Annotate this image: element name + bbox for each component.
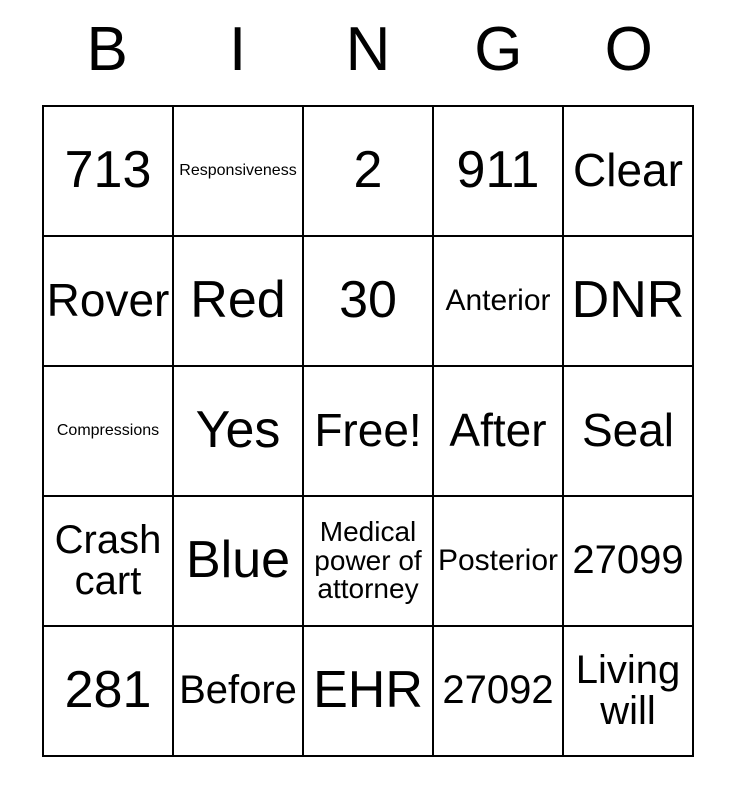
bingo-cell-b2[interactable]: Rover (44, 237, 174, 367)
bingo-cell-label: EHR (313, 661, 423, 720)
bingo-cell-o1[interactable]: Clear (564, 107, 694, 237)
bingo-cell-n5[interactable]: EHR (304, 627, 434, 757)
bingo-cell-i2[interactable]: Red (174, 237, 304, 367)
bingo-cell-label: Red (190, 271, 286, 330)
bingo-cell-label: Rover (46, 274, 170, 327)
bingo-cell-o3[interactable]: Seal (564, 367, 694, 497)
bingo-cell-b3[interactable]: Compressions (44, 367, 174, 497)
bingo-cell-label: Posterior (437, 543, 559, 577)
bingo-cell-label: Before (179, 668, 297, 713)
bingo-cell-o5[interactable]: Living will (564, 627, 694, 757)
bingo-cell-b5[interactable]: 281 (44, 627, 174, 757)
bingo-cell-i4[interactable]: Blue (174, 497, 304, 627)
bingo-cell-label: 30 (339, 271, 397, 330)
bingo-cell-label: Clear (573, 144, 683, 197)
bingo-cell-label: Blue (185, 531, 291, 590)
bingo-cell-n2[interactable]: 30 (304, 237, 434, 367)
bingo-cell-b4[interactable]: Crash cart (44, 497, 174, 627)
bingo-cell-g2[interactable]: Anterior (434, 237, 564, 367)
bingo-cell-label: 27092 (442, 668, 554, 713)
bingo-cell-label: Crash cart (54, 517, 162, 603)
bingo-cell-g5[interactable]: 27092 (434, 627, 564, 757)
bingo-cell-label: 911 (456, 141, 540, 200)
bingo-cell-i3[interactable]: Yes (174, 367, 304, 497)
bingo-grid: 713 Responsiveness 2 911 Clear Rover Red… (42, 105, 694, 757)
bingo-cell-label: 2 (353, 141, 383, 200)
bingo-cell-label: DNR (571, 271, 685, 330)
bingo-cell-label: Compressions (56, 421, 160, 439)
bingo-cell-label: 27099 (572, 538, 684, 583)
bingo-cell-n4[interactable]: Medical power of attorney (304, 497, 434, 627)
bingo-header-row: B I N G O (42, 0, 694, 105)
bingo-cell-label: Free! (314, 404, 422, 457)
bingo-cell-n1[interactable]: 2 (304, 107, 434, 237)
bingo-header-letter-n: N (345, 14, 391, 84)
bingo-cell-label: After (449, 404, 547, 457)
bingo-card: B I N G O 713 Responsiveness 2 911 Clear… (42, 0, 694, 757)
bingo-cell-o4[interactable]: 27099 (564, 497, 694, 627)
bingo-cell-g1[interactable]: 911 (434, 107, 564, 237)
bingo-cell-free-space[interactable]: Free! (304, 367, 434, 497)
bingo-cell-label: 281 (64, 661, 152, 720)
bingo-header-letter-g: G (474, 14, 523, 84)
bingo-cell-label: 713 (64, 141, 152, 200)
bingo-cell-label: Responsiveness (179, 161, 297, 179)
bingo-cell-label: Medical power of attorney (314, 515, 422, 605)
bingo-header-letter-i: I (228, 14, 247, 84)
bingo-header-letter-o: O (604, 14, 653, 84)
bingo-cell-label: Anterior (445, 283, 551, 317)
bingo-cell-label: Seal (581, 404, 675, 457)
bingo-cell-b1[interactable]: 713 (44, 107, 174, 237)
bingo-cell-g3[interactable]: After (434, 367, 564, 497)
bingo-cell-label: Yes (195, 401, 281, 460)
bingo-cell-i5[interactable]: Before (174, 627, 304, 757)
bingo-cell-label: Living will (575, 647, 681, 733)
bingo-cell-i1[interactable]: Responsiveness (174, 107, 304, 237)
bingo-cell-o2[interactable]: DNR (564, 237, 694, 367)
bingo-cell-g4[interactable]: Posterior (434, 497, 564, 627)
bingo-header-letter-b: B (86, 14, 128, 84)
